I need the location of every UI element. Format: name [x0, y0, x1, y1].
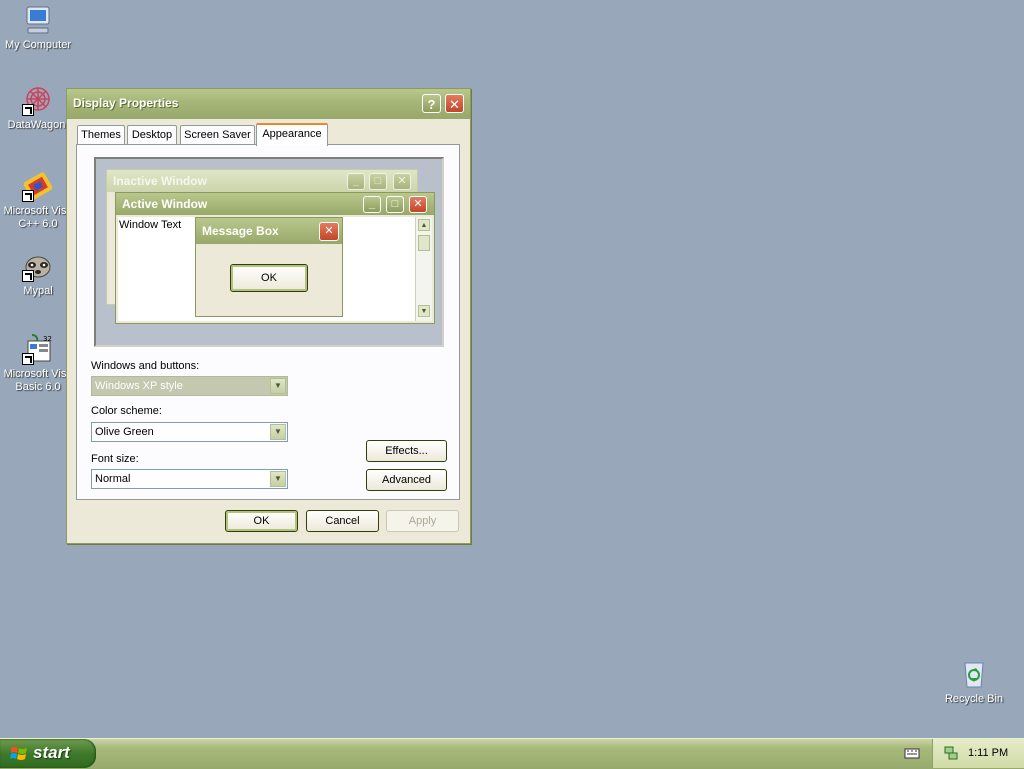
close-icon: ✕ [319, 222, 339, 241]
advanced-button[interactable]: Advanced [366, 469, 447, 491]
tab-desktop[interactable]: Desktop [127, 125, 177, 144]
tab-screen-saver[interactable]: Screen Saver [180, 125, 255, 144]
color-scheme-label: Color scheme: [91, 405, 162, 417]
ok-button[interactable]: OK [225, 510, 298, 532]
shortcut-arrow-icon [22, 353, 34, 365]
tab-themes[interactable]: Themes [77, 125, 125, 144]
icon-label-line2: Basic 6.0 [15, 381, 61, 393]
minimize-icon: _ [347, 173, 365, 190]
icon-label-line1: Microsoft Visu [3, 368, 73, 380]
maximize-icon: □ [386, 196, 404, 213]
color-scheme-value: Olive Green [95, 426, 154, 438]
shortcut-arrow-icon [22, 104, 34, 116]
icon-label-line1: Microsoft Visu [3, 205, 73, 217]
clock[interactable]: 1:11 PM [968, 747, 1008, 759]
chevron-down-icon: ▼ [270, 424, 286, 440]
effects-button[interactable]: Effects... [366, 440, 447, 462]
visual-basic-icon: 32 [22, 333, 54, 365]
taskbar [0, 738, 1024, 769]
appearance-panel: Inactive Window _ □ ✕ Active Window _ □ … [76, 144, 460, 500]
start-button[interactable]: start [0, 739, 96, 768]
help-button[interactable]: ? [422, 94, 441, 113]
desktop-icon-visual-cpp[interactable]: Microsoft Visu C++ 6.0 [0, 170, 76, 231]
close-icon: ✕ [393, 173, 411, 190]
minimize-icon: _ [363, 196, 381, 213]
font-size-value: Normal [95, 473, 131, 485]
windows-buttons-select[interactable]: Windows XP style ▼ [91, 376, 288, 396]
desktop-icon-mypal[interactable]: Mypal [0, 250, 76, 298]
display-properties-dialog: Display Properties ? ✕ Themes Desktop Sc… [66, 88, 471, 544]
dialog-title: Display Properties [73, 96, 179, 110]
visual-cpp-icon [22, 170, 54, 202]
raccoon-icon [22, 250, 54, 282]
close-icon: ✕ [409, 196, 427, 213]
start-label: start [33, 743, 70, 762]
icon-label: DataWagon. [7, 119, 69, 131]
network-icon[interactable] [943, 745, 959, 761]
system-tray: 1:11 PM [932, 739, 1024, 768]
shortcut-arrow-icon [22, 270, 34, 282]
scroll-up-icon: ▲ [418, 219, 430, 231]
desktop-icon-datawagon[interactable]: DataWagon. [0, 84, 76, 132]
desktop-icon-visual-basic[interactable]: 32 Microsoft Visu Basic 6.0 [0, 333, 76, 394]
windows-logo-icon [10, 745, 28, 762]
close-button[interactable]: ✕ [445, 94, 464, 113]
scroll-thumb [418, 235, 430, 251]
message-box-ok-button: OK [230, 264, 308, 292]
shortcut-arrow-icon [22, 190, 34, 202]
cancel-button[interactable]: Cancel [306, 510, 379, 532]
preview-scrollbar: ▲ ▼ [415, 217, 432, 321]
keyboard-icon[interactable] [904, 746, 920, 760]
icon-label: Mypal [23, 285, 53, 297]
tab-appearance[interactable]: Appearance [256, 123, 328, 146]
desktop-icon-my-computer[interactable]: My Computer [0, 4, 76, 52]
datawagon-icon [22, 84, 54, 116]
dialog-title-bar[interactable]: Display Properties ? ✕ [67, 89, 470, 119]
color-scheme-select[interactable]: Olive Green ▼ [91, 422, 288, 442]
icon-label: My Computer [4, 39, 72, 51]
icon-label: Recycle Bin [944, 693, 1004, 705]
window-text: Window Text [119, 219, 182, 231]
scroll-down-icon: ▼ [418, 305, 430, 317]
icon-label-line2: C++ 6.0 [18, 218, 58, 230]
maximize-icon: □ [369, 173, 387, 190]
preview-message-box: Message Box ✕ OK [195, 217, 343, 317]
svg-text:32: 32 [43, 335, 52, 343]
windows-buttons-value: Windows XP style [95, 380, 183, 392]
desktop-icon-recycle-bin[interactable]: Recycle Bin [936, 658, 1012, 706]
appearance-preview: Inactive Window _ □ ✕ Active Window _ □ … [94, 157, 444, 347]
chevron-down-icon: ▼ [270, 378, 286, 394]
apply-button[interactable]: Apply [386, 510, 459, 532]
computer-icon [22, 4, 54, 36]
windows-buttons-label: Windows and buttons: [91, 360, 200, 372]
font-size-label: Font size: [91, 453, 139, 465]
font-size-select[interactable]: Normal ▼ [91, 469, 288, 489]
recycle-bin-icon [958, 658, 990, 690]
chevron-down-icon: ▼ [270, 471, 286, 487]
